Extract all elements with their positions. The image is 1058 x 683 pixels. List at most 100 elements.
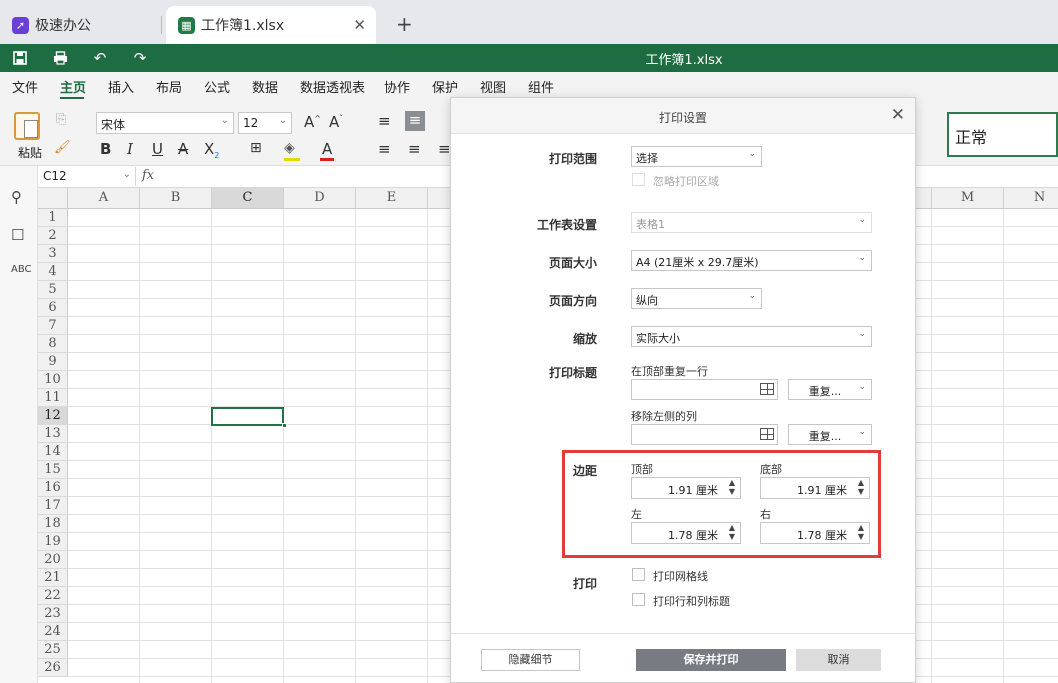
repeat-top-input[interactable] [631, 379, 778, 400]
font-color-icon[interactable]: A [322, 140, 332, 158]
column-header[interactable]: D [284, 188, 356, 209]
column-header[interactable]: C [212, 188, 284, 209]
bold-icon[interactable]: B [100, 140, 111, 158]
align-middle-icon[interactable]: ≡ [405, 111, 425, 131]
row-header[interactable]: 17 [38, 497, 68, 515]
menu-data[interactable]: 数据 [252, 77, 278, 96]
menu-home[interactable]: 主页 [60, 77, 86, 96]
column-header[interactable]: M [932, 188, 1004, 209]
align-left-icon[interactable]: ≡ [378, 140, 391, 158]
row-header[interactable]: 15 [38, 461, 68, 479]
row-header[interactable]: 13 [38, 425, 68, 443]
comment-icon[interactable]: ☐ [11, 226, 24, 244]
format-painter-icon[interactable]: 🖌 [54, 140, 71, 155]
active-cell[interactable] [211, 407, 284, 426]
row-header[interactable]: 22 [38, 587, 68, 605]
strikethrough-icon[interactable]: A [178, 140, 188, 158]
tab-home[interactable]: ➚ 极速办公 [0, 6, 162, 44]
row-header[interactable]: 9 [38, 353, 68, 371]
margin-bottom-input[interactable]: 1.91 厘米 ▲ ▼ [760, 477, 870, 499]
orientation-select[interactable]: 纵向 ⌄ [631, 288, 762, 309]
row-header[interactable]: 5 [38, 281, 68, 299]
italic-icon[interactable]: I [127, 140, 133, 158]
hide-details-button[interactable]: 隐藏细节 [481, 649, 580, 671]
row-header[interactable]: 16 [38, 479, 68, 497]
print-gridlines-checkbox[interactable] [632, 568, 645, 581]
fill-handle[interactable] [282, 423, 287, 428]
repeat-left-button[interactable]: 重复... ⌄ [788, 424, 872, 445]
row-header[interactable]: 8 [38, 335, 68, 353]
row-header[interactable]: 11 [38, 389, 68, 407]
tab-workbook[interactable]: ▦ 工作簿1.xlsx ✕ [166, 6, 376, 44]
row-header[interactable]: 19 [38, 533, 68, 551]
row-header[interactable]: 6 [38, 299, 68, 317]
increase-font-icon[interactable]: A^ [304, 113, 321, 131]
margin-right-input[interactable]: 1.78 厘米 ▲ ▼ [760, 522, 870, 544]
repeat-top-button[interactable]: 重复... ⌄ [788, 379, 872, 400]
row-header[interactable]: 14 [38, 443, 68, 461]
repeat-left-input[interactable] [631, 424, 778, 445]
row-header[interactable]: 2 [38, 227, 68, 245]
range-picker-icon[interactable] [760, 428, 774, 440]
save-and-print-button[interactable]: 保存并打印 [636, 649, 786, 671]
spellcheck-icon[interactable]: ABC [11, 264, 32, 275]
range-picker-icon[interactable] [760, 383, 774, 395]
align-right-icon[interactable]: ≡ [438, 140, 451, 158]
underline-icon[interactable]: U [152, 140, 163, 158]
menu-view[interactable]: 视图 [480, 77, 506, 96]
menu-pivot[interactable]: 数据透视表 [300, 77, 365, 96]
ignore-print-area-checkbox[interactable] [632, 173, 645, 186]
row-header[interactable]: 4 [38, 263, 68, 281]
font-size-select[interactable]: 12 ⌄ [238, 112, 292, 134]
align-center-icon[interactable]: ≡ [408, 140, 421, 158]
search-icon[interactable]: ⚲ [11, 188, 22, 206]
copy-icon[interactable]: ⎘ [56, 112, 66, 127]
row-header[interactable]: 21 [38, 569, 68, 587]
row-header[interactable]: 18 [38, 515, 68, 533]
subscript-icon[interactable]: X2 [204, 140, 219, 160]
row-header[interactable]: 3 [38, 245, 68, 263]
borders-icon[interactable]: ⊞ [250, 140, 262, 156]
spinner-arrows-icon[interactable]: ▲ ▼ [729, 523, 735, 541]
function-icon[interactable]: fx [142, 168, 154, 183]
margin-top-input[interactable]: 1.91 厘米 ▲ ▼ [631, 477, 741, 499]
paste-icon[interactable] [14, 112, 40, 140]
font-name-select[interactable]: 宋体 ⌄ [96, 112, 234, 134]
new-tab-button[interactable]: + [396, 12, 413, 36]
row-header[interactable]: 12 [38, 407, 68, 425]
menu-file[interactable]: 文件 [12, 77, 38, 96]
cell-style-normal[interactable]: 正常 [947, 112, 1058, 157]
select-all-corner[interactable] [38, 188, 68, 209]
row-header[interactable]: 7 [38, 317, 68, 335]
menu-components[interactable]: 组件 [528, 77, 554, 96]
close-tab-icon[interactable]: ✕ [353, 16, 366, 34]
menu-protect[interactable]: 保护 [432, 77, 458, 96]
margin-left-input[interactable]: 1.78 厘米 ▲ ▼ [631, 522, 741, 544]
cancel-button[interactable]: 取消 [796, 649, 881, 671]
decrease-font-icon[interactable]: Aˇ [329, 113, 343, 131]
column-header[interactable]: N [1004, 188, 1058, 209]
fill-color-icon[interactable]: ◈ [284, 140, 295, 156]
menu-layout[interactable]: 布局 [156, 77, 182, 96]
row-header[interactable]: 10 [38, 371, 68, 389]
name-box[interactable]: C12 ⌄ [40, 167, 136, 186]
spinner-arrows-icon[interactable]: ▲ ▼ [729, 478, 735, 496]
scale-select[interactable]: 实际大小 ⌄ [631, 326, 872, 347]
row-header[interactable]: 23 [38, 605, 68, 623]
menu-formula[interactable]: 公式 [204, 77, 230, 96]
row-header[interactable]: 24 [38, 623, 68, 641]
row-header[interactable]: 1 [38, 209, 68, 227]
spinner-arrows-icon[interactable]: ▲ ▼ [858, 523, 864, 541]
menu-insert[interactable]: 插入 [108, 77, 134, 96]
paste-label[interactable]: 粘贴 [18, 144, 42, 161]
row-header[interactable]: 20 [38, 551, 68, 569]
menu-collaborate[interactable]: 协作 [384, 77, 410, 96]
spinner-arrows-icon[interactable]: ▲ ▼ [858, 478, 864, 496]
row-header[interactable]: 26 [38, 659, 68, 677]
column-header[interactable]: A [68, 188, 140, 209]
close-icon[interactable]: ✕ [891, 105, 905, 125]
column-header[interactable]: E [356, 188, 428, 209]
row-header[interactable]: 25 [38, 641, 68, 659]
page-size-select[interactable]: A4 (21厘米 x 29.7厘米) ⌄ [631, 250, 872, 271]
print-range-select[interactable]: 选择 ⌄ [631, 146, 762, 167]
